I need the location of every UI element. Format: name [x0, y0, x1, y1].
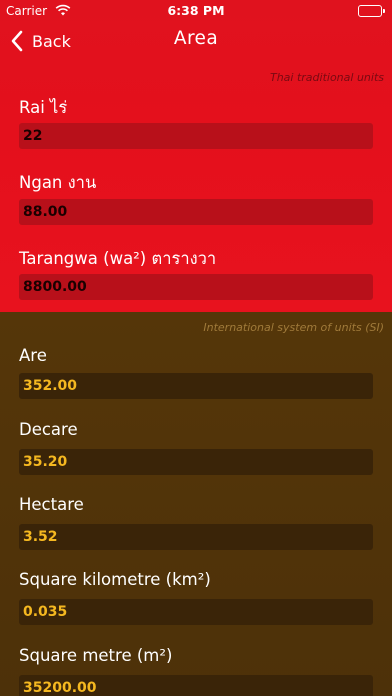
page-title: Area: [173, 28, 219, 49]
rai-input[interactable]: [19, 123, 373, 149]
ngan-label: Ngan งาน: [19, 173, 97, 192]
hectare-input[interactable]: [19, 524, 373, 550]
square-kilometre-label: Square kilometre (km²): [19, 570, 211, 589]
tarangwa-input[interactable]: [19, 274, 373, 300]
are-label: Are: [19, 346, 47, 365]
decare-input[interactable]: [19, 449, 373, 475]
square-metre-label: Square metre (m²): [19, 646, 173, 665]
square-metre-input[interactable]: [19, 675, 373, 696]
battery-icon: [358, 5, 386, 17]
square-kilometre-input[interactable]: [19, 599, 373, 625]
are-input[interactable]: [19, 373, 373, 399]
thai-section-caption: Thai traditional units: [269, 71, 384, 84]
clock: 6:38 PM: [167, 3, 225, 18]
decare-label: Decare: [19, 420, 78, 439]
tarangwa-label: Tarangwa (wa²) ตารางวา: [19, 249, 217, 268]
rai-label: Rai ไร่: [19, 98, 68, 117]
ngan-input[interactable]: [19, 199, 373, 225]
hectare-label: Hectare: [19, 495, 84, 514]
status-bar: Carrier 6:38 PM: [0, 0, 392, 22]
si-section-caption: International system of units (SI): [203, 321, 384, 334]
navigation-bar: Back Area: [0, 22, 392, 60]
